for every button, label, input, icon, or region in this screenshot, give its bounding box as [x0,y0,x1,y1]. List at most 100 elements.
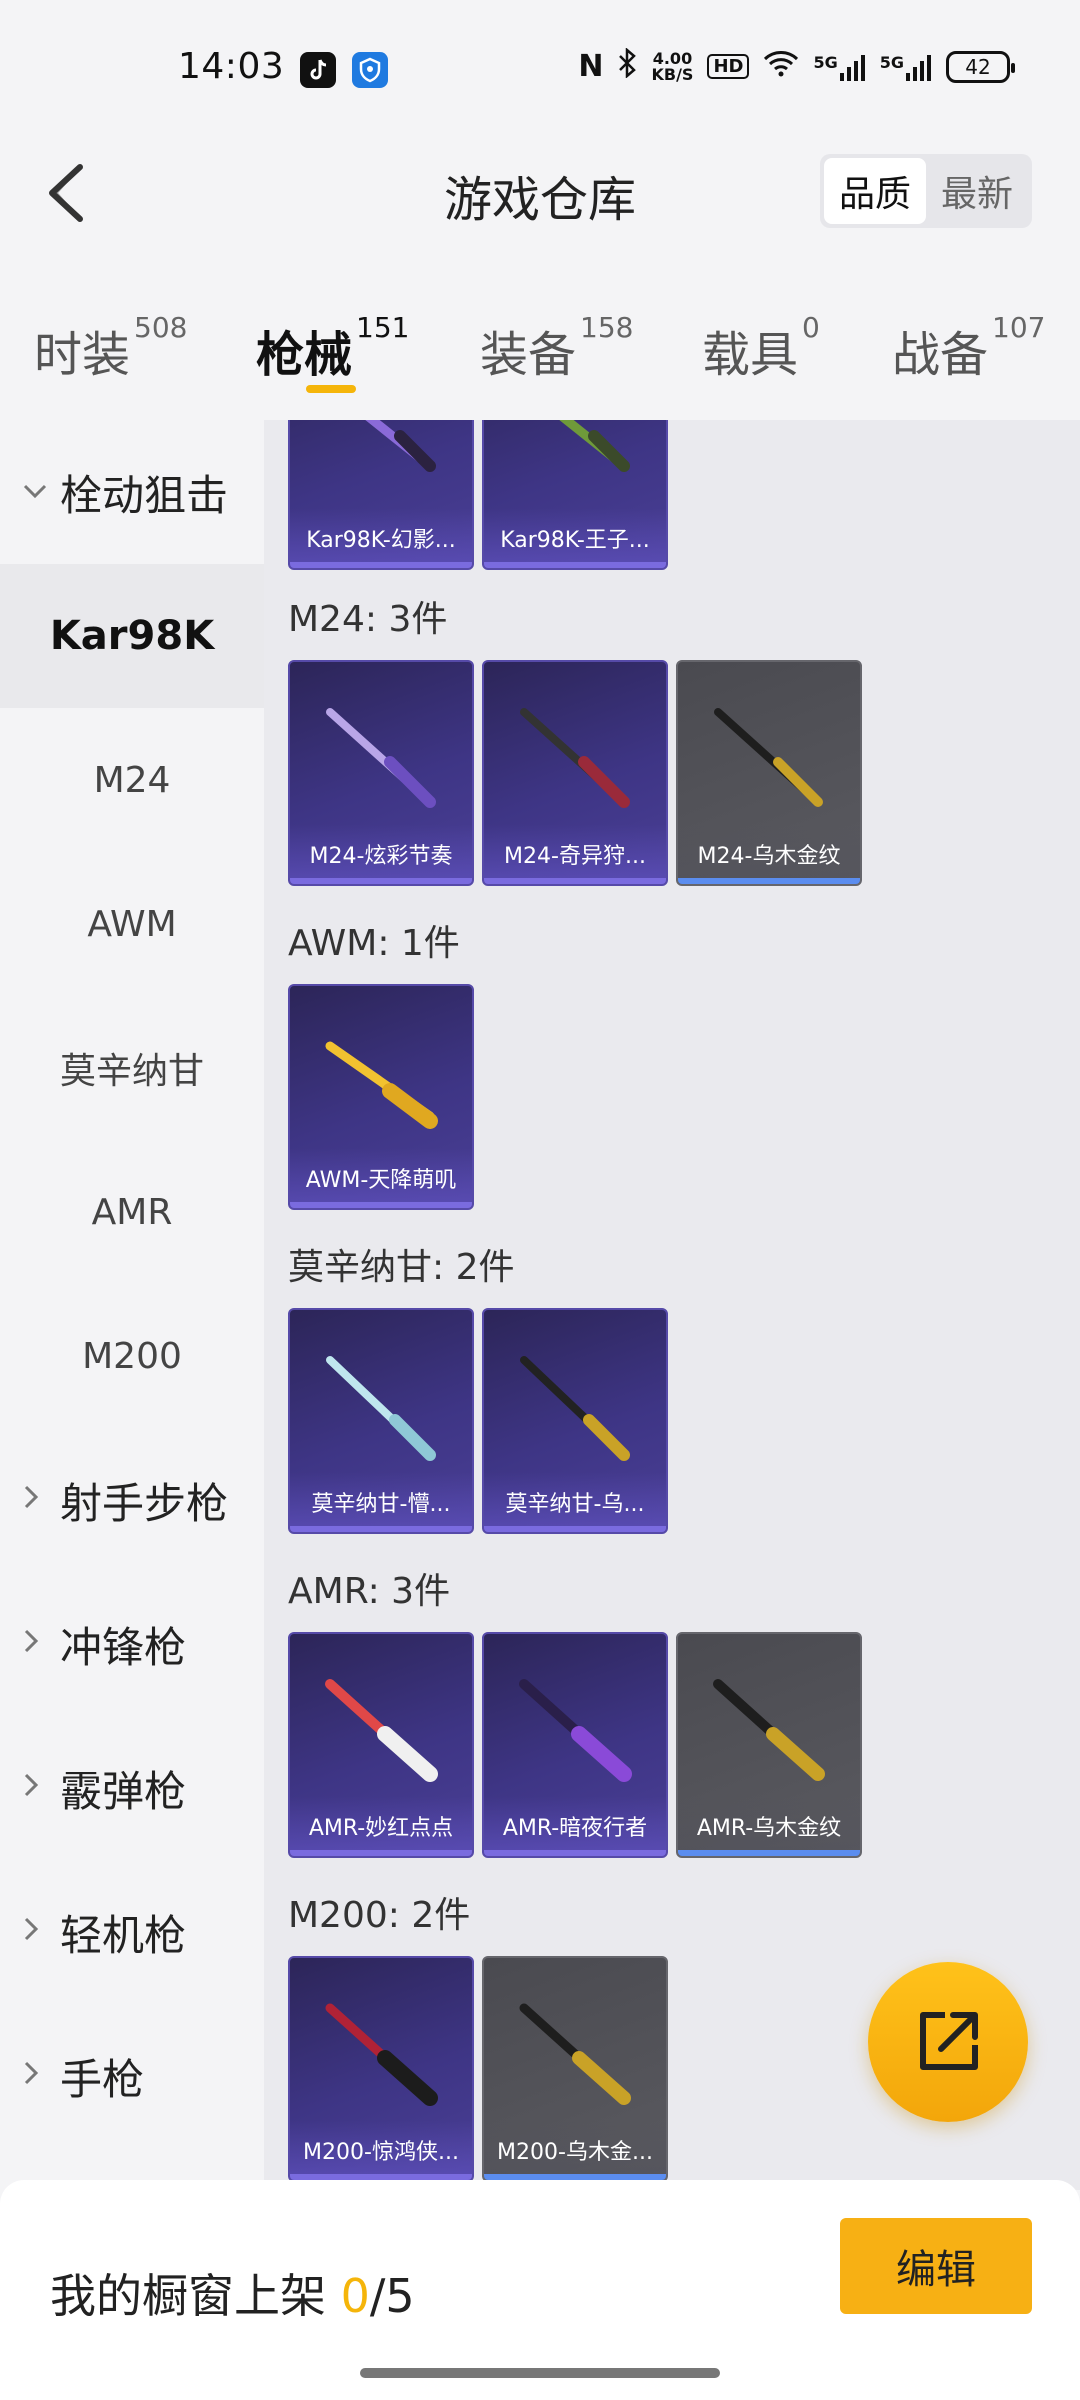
showcase-bar: 我的橱窗上架 0/5 编辑 [0,2180,1080,2400]
tiktok-icon [300,52,336,88]
rifle-icon [325,1041,438,1129]
signal-5g-icon-1: 5G [813,53,865,81]
tab-count: 151 [356,311,410,344]
skin-name: AMR-乌木金纹 [696,1816,842,1841]
chevron-down-icon [22,477,48,507]
nfc-icon: N [578,49,604,84]
tab-vehicles[interactable]: 载具 0 [702,311,820,385]
tab-label: 时装 [34,327,131,383]
quality-bar [678,1850,860,1856]
rifle-icon [325,1679,438,1782]
sidebar-item-amr[interactable]: AMR [0,1140,264,1284]
sidebar-item-kar98k[interactable]: Kar98K [0,564,264,708]
sidebar-group-shotgun[interactable]: 霰弹枪 [0,1716,264,1860]
rifle-icon [713,1679,825,1781]
section-label-m200: M200: 2件 [288,1895,471,1936]
skin-card[interactable]: M24-炫彩节奏 [288,660,474,886]
sidebar-group-label: 栓动狙击 [60,470,229,520]
sidebar-group-label: 手枪 [60,2054,145,2104]
skin-card[interactable]: M24-奇异狩... [482,660,668,886]
chevron-right-icon [22,2060,40,2093]
sidebar-group-marksman[interactable]: 射手步枪 [0,1428,264,1572]
battery-level: 42 [965,54,991,79]
skin-card[interactable]: Kar98K-王子... [482,420,668,570]
skin-name: M24-奇异狩... [504,844,646,869]
chevron-right-icon [22,1628,40,1661]
rifle-icon [520,708,630,808]
quality-bar [484,562,666,568]
sidebar-item-awm[interactable]: AWM [0,852,264,996]
quality-bar [290,1202,472,1208]
sidebar-item-m24[interactable]: M24 [0,708,264,852]
sidebar-group-label: 霰弹枪 [60,1766,187,1816]
home-indicator[interactable] [360,2368,720,2378]
skin-card[interactable]: Kar98K-幻影... [288,420,474,570]
rifle-icon [714,708,823,807]
skin-name: 莫辛纳甘-乌... [505,1492,645,1517]
skin-card[interactable]: AMR-乌木金纹 [676,1632,862,1858]
status-time: 14:03 [178,46,285,87]
showcase-total: /5 [369,2269,415,2323]
skin-card[interactable]: 莫辛纳甘-懵... [288,1308,474,1534]
tab-guns[interactable]: 枪械 151 [256,311,409,385]
skin-card[interactable]: M200-惊鸿侠... [288,1956,474,2182]
share-fab-button[interactable] [868,1962,1028,2122]
sidebar-group-pistol[interactable]: 手枪 [0,2004,264,2148]
quality-bar [484,1850,666,1856]
wifi-icon [763,49,799,84]
rifle-icon [520,1356,630,1461]
signal-5g-icon-2: 5G [880,53,932,81]
sidebar-group-bolt-action[interactable]: 栓动狙击 [0,420,264,564]
tab-equipment[interactable]: 装备 158 [480,311,633,385]
page-header: 游戏仓库 品质 最新 [0,110,1080,275]
sort-latest-button[interactable]: 最新 [926,158,1028,224]
tab-label: 载具 [702,327,799,383]
quality-bar [484,1526,666,1532]
quality-bar [678,878,860,884]
skin-card[interactable]: M200-乌木金... [482,1956,668,2182]
edit-button[interactable]: 编辑 [840,2218,1032,2314]
skin-card[interactable]: M24-乌木金纹 [676,660,862,886]
chevron-right-icon [22,1916,40,1949]
quality-bar [484,878,666,884]
sidebar-group-lmg[interactable]: 轻机枪 [0,1860,264,2004]
shield-app-icon [352,52,388,88]
tab-count: 508 [134,311,188,344]
skin-name: Kar98K-王子... [500,528,650,553]
skin-card[interactable]: AMR-妙红点点 [288,1632,474,1858]
skin-card[interactable]: AWM-天降萌叽 [288,984,474,1210]
signal-5g-label-2: 5G [879,52,904,72]
quality-bar [290,562,472,568]
chevron-right-icon [22,1484,40,1517]
tab-supplies[interactable]: 战备 107 [892,311,1045,385]
rifle-icon [326,708,436,808]
active-tab-indicator [306,385,356,393]
section-label-amr: AMR: 3件 [288,1571,451,1612]
weapon-type-sidebar: 栓动狙击 Kar98K M24 AWM 莫辛纳甘 AMR M200 射手步枪 冲… [0,420,264,2180]
rifle-icon [325,2003,438,2106]
skin-card[interactable]: 莫辛纳甘-乌... [482,1308,668,1534]
sidebar-item-m200[interactable]: M200 [0,1284,264,1428]
sort-quality-button[interactable]: 品质 [824,158,926,224]
rifle-icon [559,420,630,472]
tab-count: 158 [580,311,634,344]
share-out-icon [920,2012,978,2070]
hd-badge: HD [707,54,750,79]
quality-bar [290,878,472,884]
weapon-grid: Kar98K-幻影... Kar98K-王子... M24: 3件 M24-炫彩… [264,420,1080,2190]
sidebar-group-label: 射手步枪 [60,1478,229,1528]
showcase-status: 我的橱窗上架 0/5 [50,2260,415,2326]
tab-count: 0 [802,311,820,344]
tab-fashion[interactable]: 时装 508 [34,311,187,385]
showcase-count: 0 [340,2269,370,2323]
sidebar-item-mosin[interactable]: 莫辛纳甘 [0,996,264,1140]
sidebar-group-label: 冲锋枪 [60,1622,187,1672]
skin-name: AWM-天降萌叽 [305,1168,457,1193]
skin-name: M200-乌木金... [497,2140,653,2165]
skin-card[interactable]: AMR-暗夜行者 [482,1632,668,1858]
sidebar-group-smg[interactable]: 冲锋枪 [0,1572,264,1716]
section-label-mosin: 莫辛纳甘: 2件 [288,1247,515,1288]
tab-label: 装备 [480,327,577,383]
network-speed-unit: KB/S [651,64,694,84]
section-label-awm: AWM: 1件 [288,923,460,964]
